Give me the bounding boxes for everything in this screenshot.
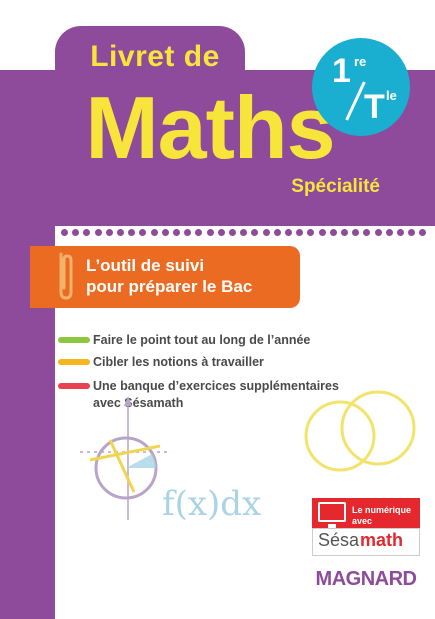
numeric-sesamath-box: Le numérique avec Sésa math — [312, 498, 420, 564]
spiral-ring-dot — [229, 229, 236, 236]
spiral-ring-dot — [83, 229, 91, 236]
spiral-ring-dot — [341, 229, 348, 236]
book-cover: Livret de Maths Spécialité 1 re T le L’o… — [0, 0, 435, 619]
subtitle-specialite: Spécialité — [291, 176, 380, 197]
bullet-text-2: Cibler les notions à travailler — [93, 355, 264, 369]
spiral-ring-dot — [61, 229, 68, 236]
spiral-ring-dot — [105, 229, 113, 236]
sesamath-logo-part-a: Sésa — [318, 530, 360, 550]
spiral-ring-dot — [72, 229, 80, 236]
spiral-ring-dot — [139, 229, 147, 236]
spiral-ring-dot — [385, 229, 393, 236]
computer-icon — [318, 502, 346, 522]
spiral-ring-dot — [251, 229, 259, 236]
numeric-line-2: avec — [352, 516, 373, 526]
banner-line-2: pour préparer le Bac — [86, 277, 253, 296]
spiral-ring-dot — [195, 229, 203, 236]
banner-line-1: L’outil de suivi — [86, 256, 205, 275]
venn-circles-drawing — [304, 390, 416, 472]
spiral-ring-dot — [161, 229, 169, 236]
level-first-suffix: re — [354, 54, 367, 69]
spiral-ring-dot — [318, 229, 326, 236]
spiral-rings — [55, 219, 435, 236]
spiral-ring-dot — [262, 229, 270, 236]
sesamath-logo-part-b: math — [360, 530, 404, 550]
spiral-ring-dot — [307, 229, 315, 236]
spiral-ring-dot — [150, 229, 158, 236]
paperclip-icon — [59, 252, 73, 300]
spiral-ring-dot — [374, 229, 382, 236]
spiral-ring-dot — [329, 229, 337, 236]
spiral-ring-dot — [173, 229, 180, 236]
formula-fxdx: f(x)dx — [162, 484, 262, 524]
spiral-ring-dot — [128, 229, 136, 236]
publisher-logo: MAGNARD — [315, 568, 417, 590]
spiral-ring-dot — [419, 229, 427, 236]
spiral-ring-dot — [296, 229, 304, 236]
spiral-ring-dot — [273, 229, 281, 236]
spiral-ring-dot — [363, 229, 371, 236]
level-second-letter: T — [364, 88, 385, 126]
spiral-ring-dot — [397, 229, 404, 236]
bullet-text-1: Faire le point tout au long de l’année — [93, 333, 311, 347]
spiral-ring-dot — [117, 229, 124, 236]
level-second-suffix: le — [386, 88, 397, 103]
spiral-ring-dot — [217, 229, 225, 236]
bullet-bar-green — [58, 337, 90, 343]
title-line-livret: Livret de — [90, 40, 220, 73]
spiral-ring-dot — [352, 229, 360, 236]
numeric-line-1: Le numérique — [352, 505, 412, 515]
level-first-number: 1 — [332, 52, 351, 90]
spiral-ring-dot — [94, 229, 102, 236]
spiral-ring-dot — [240, 229, 248, 236]
spiral-ring-dot — [184, 229, 192, 236]
spiral-ring-dot — [206, 229, 214, 236]
spiral-ring-dot — [408, 229, 416, 236]
bullet-bar-yellow — [58, 359, 90, 365]
spiral-ring-dot — [285, 229, 292, 236]
